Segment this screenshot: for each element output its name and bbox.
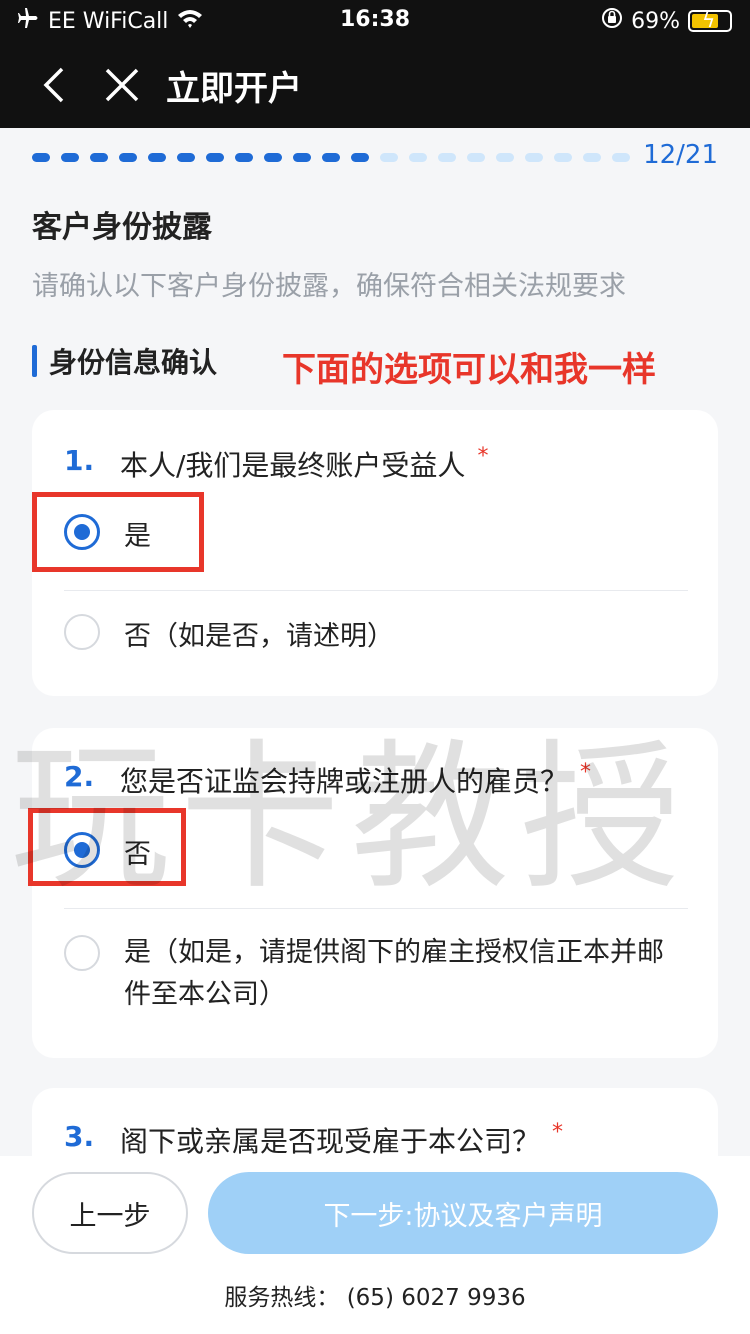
close-icon[interactable] (96, 59, 148, 111)
section-title: 客户身份披露 (32, 210, 212, 245)
question-3: 3. 阁下或亲属是否现受雇于本公司？ * (64, 1120, 563, 1156)
required-mark: * (552, 1120, 564, 1145)
question-1: 1. 本人/我们是最终账户受益人 * (64, 444, 488, 484)
progress-dot-pending (496, 153, 514, 162)
form-content[interactable]: 12/21 客户身份披露 请确认以下客户身份披露，确保符合相关法规要求 身份信息… (0, 128, 750, 1156)
progress-dot-done (90, 153, 108, 162)
question-text: 阁下或亲属是否现受雇于本公司？ (120, 1125, 541, 1156)
step-progress (32, 153, 630, 162)
progress-dot-pending (409, 153, 427, 162)
option-q2-yes[interactable]: 是（如是，请提供阁下的雇主授权信正本并邮件至本公司） (64, 932, 688, 1016)
progress-dot-done (177, 153, 195, 162)
progress-dot-done (322, 153, 340, 162)
group-accent-bar (32, 345, 37, 377)
progress-dot-pending (554, 153, 572, 162)
orientation-lock-icon (601, 7, 623, 35)
progress-dot-done (32, 153, 50, 162)
question-card-3: 3. 阁下或亲属是否现受雇于本公司？ * (32, 1088, 718, 1156)
nav-bar: 立即开户 (0, 50, 750, 120)
annotation-text: 下面的选项可以和我一样 (282, 350, 656, 390)
progress-dot-done (351, 153, 369, 162)
bottom-bar: 上一步 下一步:协议及客户声明 服务热线： (65) 6027 9936 (0, 1156, 750, 1334)
status-bar: EE WiFiCall 16:38 69% ϟ (0, 0, 750, 42)
radio-unchecked-icon[interactable] (64, 614, 100, 650)
status-right: 69% ϟ (601, 7, 732, 35)
group-title: 身份信息确认 (49, 346, 218, 379)
progress-dot-done (264, 153, 282, 162)
question-number: 3. (64, 1120, 95, 1153)
step-count: 12/21 (643, 140, 718, 170)
page-title: 立即开户 (166, 68, 302, 109)
radio-unchecked-icon[interactable] (64, 935, 100, 971)
progress-dot-done (235, 153, 253, 162)
progress-dot-pending (525, 153, 543, 162)
required-mark: * (477, 444, 489, 469)
progress-dot-done (61, 153, 79, 162)
back-icon[interactable] (28, 59, 80, 111)
option-q1-no[interactable]: 否（如是否，请述明） (64, 614, 688, 653)
battery-percent: 69% (631, 8, 680, 34)
service-hotline: 服务热线： (65) 6027 9936 (224, 1285, 526, 1311)
progress-dot-pending (612, 153, 630, 162)
option-label: 否（如是否，请述明） (124, 621, 394, 652)
progress-dot-pending (438, 153, 456, 162)
battery-icon: ϟ (688, 8, 732, 32)
progress-dot-done (206, 153, 224, 162)
progress-dot-done (148, 153, 166, 162)
next-step-button[interactable]: 下一步:协议及客户声明 (208, 1172, 718, 1254)
group-header: 身份信息确认 (32, 344, 218, 379)
highlight-box-q1 (32, 492, 204, 572)
watermark: 玩卡教授 (10, 724, 691, 911)
question-text: 本人/我们是最终账户受益人 (120, 449, 466, 482)
option-label: 是（如是，请提供阁下的雇主授权信正本并邮件至本公司） (124, 937, 664, 1010)
progress-dot-pending (583, 153, 601, 162)
section-subtitle: 请确认以下客户身份披露，确保符合相关法规要求 (32, 271, 626, 302)
question-number: 1. (64, 444, 95, 477)
progress-dot-pending (467, 153, 485, 162)
divider (64, 590, 688, 591)
prev-step-button[interactable]: 上一步 (32, 1172, 188, 1254)
progress-dot-done (119, 153, 137, 162)
top-bar: EE WiFiCall 16:38 69% ϟ 立即开户 (0, 0, 750, 128)
progress-dot-pending (380, 153, 398, 162)
progress-dot-done (293, 153, 311, 162)
